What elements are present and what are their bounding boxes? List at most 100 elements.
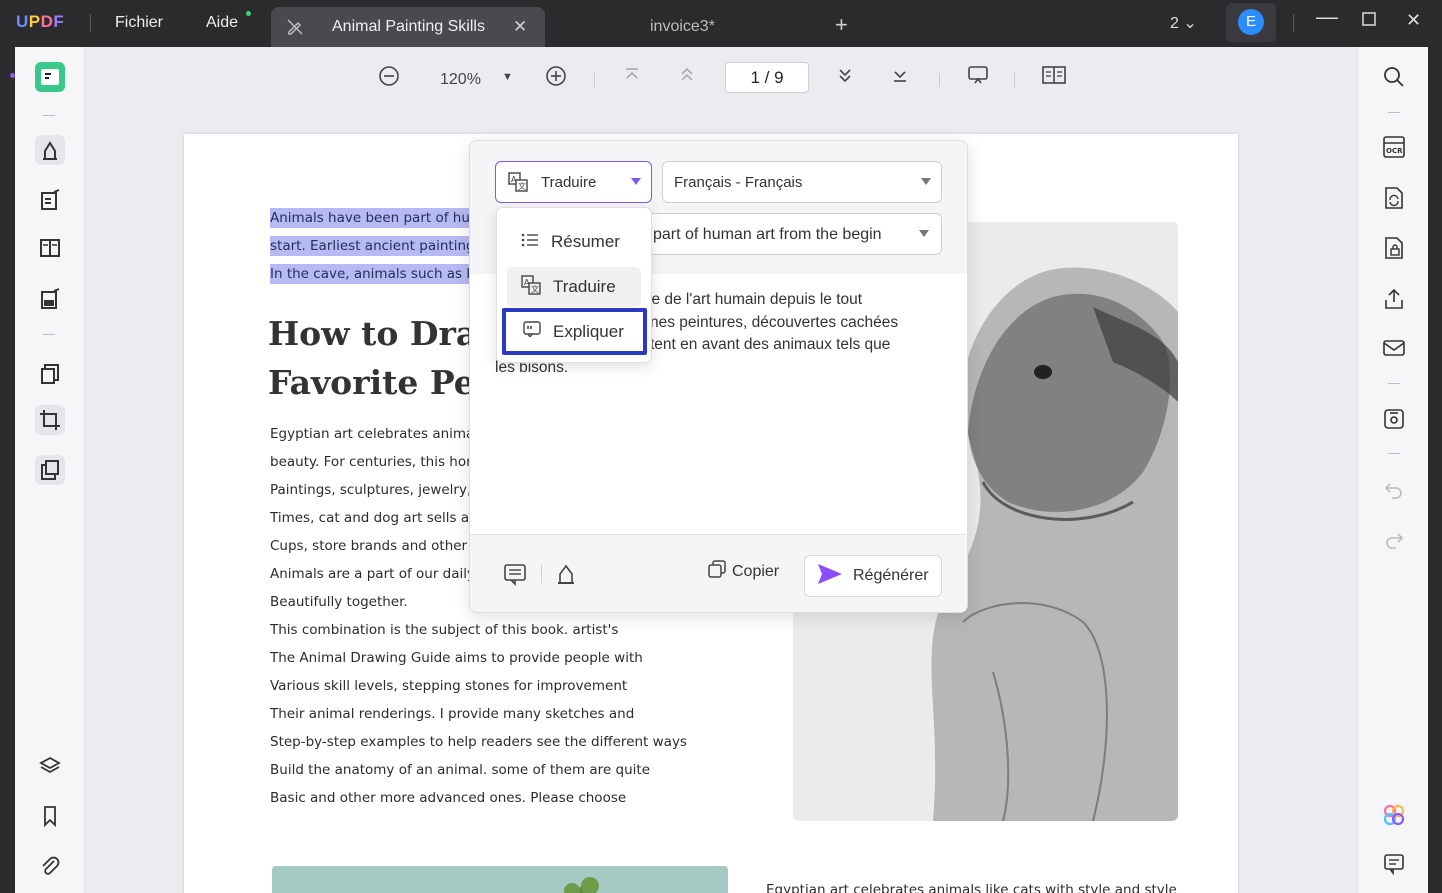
page-heading-line: Favorite Pet	[268, 363, 491, 402]
page-layout-icon[interactable]	[35, 233, 65, 263]
body-text-line: Various skill levels, stepping stones fo…	[270, 678, 628, 694]
copy-label: Copier	[732, 562, 780, 580]
chevron-down-icon: ⌄	[1183, 15, 1197, 32]
menu-item-label: Traduire	[553, 277, 616, 296]
email-icon[interactable]	[1381, 335, 1407, 361]
regenerate-button[interactable]: Régénérer	[804, 555, 942, 597]
action-select-value: Traduire	[541, 174, 597, 191]
ai-assistant-icon[interactable]	[1381, 802, 1407, 828]
convert-pdf-icon[interactable]	[1381, 185, 1407, 211]
layers-icon[interactable]	[35, 751, 65, 781]
form-tool-icon[interactable]	[35, 284, 65, 314]
maximize-icon[interactable]	[1362, 10, 1376, 31]
last-page-icon[interactable]	[891, 65, 909, 90]
caret-down-icon	[631, 178, 641, 185]
body-text-line: Times, cat and dog art sells a	[270, 510, 470, 526]
highlighted-text-line[interactable]: start. Earliest ancient painting	[270, 236, 479, 256]
highlighter-icon[interactable]	[555, 562, 577, 591]
menu-item-explain[interactable]: Expliquer	[502, 308, 647, 355]
highlighted-text-line[interactable]: In the cave, animals such as b	[270, 264, 479, 284]
tab-animal-painting[interactable]: Animal Painting Skills ✕	[271, 7, 545, 47]
body-text-line: beauty. For centuries, this hor	[270, 454, 472, 470]
zoom-level[interactable]: 120%	[440, 71, 481, 89]
caret-down-icon	[919, 230, 929, 237]
edit-pdf-icon[interactable]	[35, 185, 65, 215]
bottom-illustration-image[interactable]	[272, 866, 728, 893]
translate-icon: A文	[521, 274, 541, 300]
toolbar-divider	[594, 73, 595, 87]
language-select[interactable]: Français - Français	[662, 161, 942, 203]
list-icon	[521, 232, 539, 253]
source-text-select[interactable]: part of human art from the begin	[630, 213, 942, 255]
bookmark-icon[interactable]	[35, 801, 65, 831]
toolbar-divider	[1014, 73, 1015, 87]
menu-item-summarize[interactable]: Résumer	[507, 222, 641, 262]
page-view-icon[interactable]	[1042, 65, 1066, 90]
previous-page-icon[interactable]	[678, 65, 696, 90]
regenerate-label: Régénérer	[853, 567, 929, 584]
toolbar-divider	[43, 115, 55, 116]
minimize-icon[interactable]: —	[1316, 4, 1338, 30]
toolbar-divider	[1388, 112, 1400, 113]
undo-icon[interactable]	[1381, 477, 1407, 503]
user-avatar[interactable]: E	[1226, 3, 1276, 42]
comments-panel-icon[interactable]	[1381, 851, 1407, 877]
popup-footer: Copier Régénérer	[470, 534, 967, 612]
protect-pdf-icon[interactable]	[35, 455, 65, 485]
toolbar-divider	[1388, 383, 1400, 384]
protect-document-icon[interactable]	[1381, 235, 1407, 261]
zoom-in-icon[interactable]	[545, 65, 567, 92]
body-text-line: Beautifully together.	[270, 594, 408, 610]
copy-button[interactable]: Copier	[708, 560, 779, 583]
body-text-line: Egyptian art celebrates animals like cat…	[766, 882, 1177, 893]
language-select-value: Français - Français	[674, 174, 803, 191]
view-toolbar: 120% ▼ 1 / 9	[85, 47, 1357, 113]
action-select[interactable]: A文 Traduire	[495, 161, 652, 203]
comment-tool-icon[interactable]	[35, 135, 65, 165]
highlighted-text-line[interactable]: Animals have been part of hur	[270, 208, 480, 228]
redo-icon[interactable]	[1381, 527, 1407, 553]
footer-divider	[541, 565, 542, 583]
body-text-line: Cups, store brands and other i	[270, 538, 476, 554]
page-number-input[interactable]: 1 / 9	[725, 62, 809, 93]
left-toolbar	[15, 47, 85, 893]
right-toolbar: OCR	[1357, 47, 1428, 893]
toolbar-divider	[43, 334, 55, 335]
body-text-line: The Animal Drawing Guide aims to provide…	[270, 650, 643, 666]
first-page-icon[interactable]	[623, 65, 641, 90]
body-text-line: Animals are a part of our daily	[270, 566, 475, 582]
reader-mode-icon[interactable]	[35, 62, 65, 92]
update-dot	[246, 11, 251, 16]
body-text-line: Egyptian art celebrates anima	[270, 426, 475, 442]
zoom-dropdown-icon[interactable]: ▼	[502, 71, 513, 83]
close-window-icon[interactable]: ✕	[1406, 10, 1421, 31]
toolbar-divider	[939, 73, 940, 87]
crop-page-icon[interactable]	[35, 405, 65, 435]
menu-help[interactable]: Aide	[206, 14, 238, 32]
menu-item-label: Expliquer	[553, 321, 624, 341]
tab-invoice3[interactable]: invoice3*	[650, 18, 715, 36]
save-icon[interactable]	[1381, 406, 1407, 432]
close-tab-icon[interactable]: ✕	[513, 17, 527, 37]
presentation-icon[interactable]	[967, 65, 989, 90]
share-icon[interactable]	[1381, 286, 1407, 312]
zoom-out-icon[interactable]	[378, 65, 400, 92]
menu-item-translate[interactable]: A文 Traduire	[507, 267, 641, 307]
body-text-line: Paintings, sculptures, jewelry,	[270, 482, 472, 498]
menu-file[interactable]: Fichier	[115, 14, 163, 32]
title-divider	[1293, 14, 1294, 32]
copy-icon	[708, 560, 726, 583]
ocr-icon[interactable]: OCR	[1381, 134, 1407, 160]
svg-text:文: 文	[518, 181, 526, 191]
next-page-icon[interactable]	[836, 65, 854, 90]
app-logo: UPDF	[16, 12, 65, 31]
comment-icon[interactable]	[503, 562, 527, 591]
new-tab-icon[interactable]: +	[835, 12, 848, 38]
organize-pages-icon[interactable]	[35, 359, 65, 389]
action-dropdown-menu: Résumer A文 Traduire Expliquer	[496, 207, 652, 363]
window-count-dropdown[interactable]: 2 ⌄	[1170, 13, 1197, 33]
toolbar-divider	[1388, 453, 1400, 454]
search-icon[interactable]	[1381, 64, 1407, 90]
attachment-icon[interactable]	[35, 851, 65, 881]
title-divider	[90, 14, 91, 32]
